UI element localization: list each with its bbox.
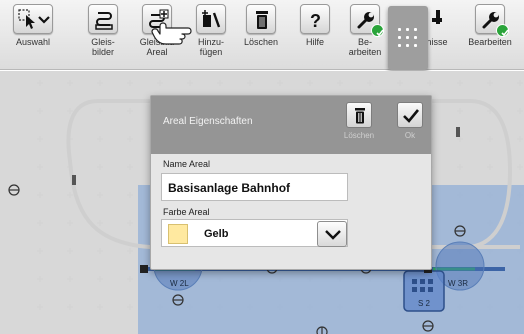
gleisbilder-tool[interactable]: Gleis- bilder	[78, 4, 128, 66]
dialog-header: Areal Eigenschaften Löschen Ok	[151, 96, 431, 154]
trash-icon	[246, 4, 276, 34]
loeschen-tool[interactable]: Löschen	[236, 4, 286, 66]
signal-label-s2: S 2	[418, 299, 431, 308]
grid-menu-button[interactable]	[388, 6, 428, 70]
hilfe-label: Hilfe	[305, 37, 324, 47]
add-icon	[196, 4, 226, 34]
track-layout-icon	[88, 4, 118, 34]
switch-label-w2l: W 2L	[170, 279, 189, 288]
color-field-label: Farbe Areal	[163, 207, 210, 217]
dialog-ok-label: Ok	[404, 131, 416, 140]
selection-dropdown-icon[interactable]	[13, 4, 53, 34]
check-badge-icon	[496, 24, 509, 37]
color-select-value: Gelb	[204, 228, 229, 240]
trash-icon	[346, 102, 372, 128]
dialog-delete-label: Löschen	[343, 131, 375, 140]
area-properties-dialog: Areal Eigenschaften Löschen Ok Name Area…	[150, 95, 432, 270]
auswahl-label: Auswahl	[15, 37, 51, 47]
color-dropdown-button[interactable]	[317, 221, 347, 247]
dialog-ok-button[interactable]: Ok	[392, 102, 428, 140]
loeschen-label: Löschen	[243, 37, 279, 47]
area-name-input[interactable]: Basisanlage Bahnhof	[161, 173, 348, 201]
color-swatch	[168, 224, 188, 244]
wrench-icon	[350, 4, 384, 37]
check-badge-icon	[371, 24, 384, 37]
track-loop-right[interactable]	[430, 99, 513, 249]
hilfe-tool[interactable]: ? Hilfe	[290, 4, 340, 66]
svg-text:?: ?	[310, 11, 321, 31]
name-field-label: Name Areal	[163, 159, 211, 169]
check-icon	[397, 102, 423, 128]
wrench-icon	[475, 4, 509, 37]
hand-cursor-icon	[151, 22, 192, 45]
bearbeiten-tool-2[interactable]: Bearbeiten	[465, 4, 515, 66]
auswahl-tool[interactable]: Auswahl	[8, 4, 58, 66]
chevron-down-icon	[325, 230, 341, 240]
switch-label-w3r: W 3R	[448, 279, 468, 288]
bearbeiten-tool-1[interactable]: Be- arbeiten	[340, 4, 390, 66]
help-icon: ?	[300, 4, 330, 34]
bearbeiten-label-2: Bearbeiten	[468, 37, 512, 47]
gleisbilder-label: Gleis- bilder	[91, 37, 115, 57]
toolbar: Auswahl Gleis- bilder Gleisbild Areal Hi…	[0, 0, 524, 70]
dialog-title: Areal Eigenschaften	[163, 116, 253, 127]
dialog-delete-button[interactable]: Löschen	[341, 102, 377, 140]
bearbeiten-label-1: Be- arbeiten	[348, 37, 382, 57]
